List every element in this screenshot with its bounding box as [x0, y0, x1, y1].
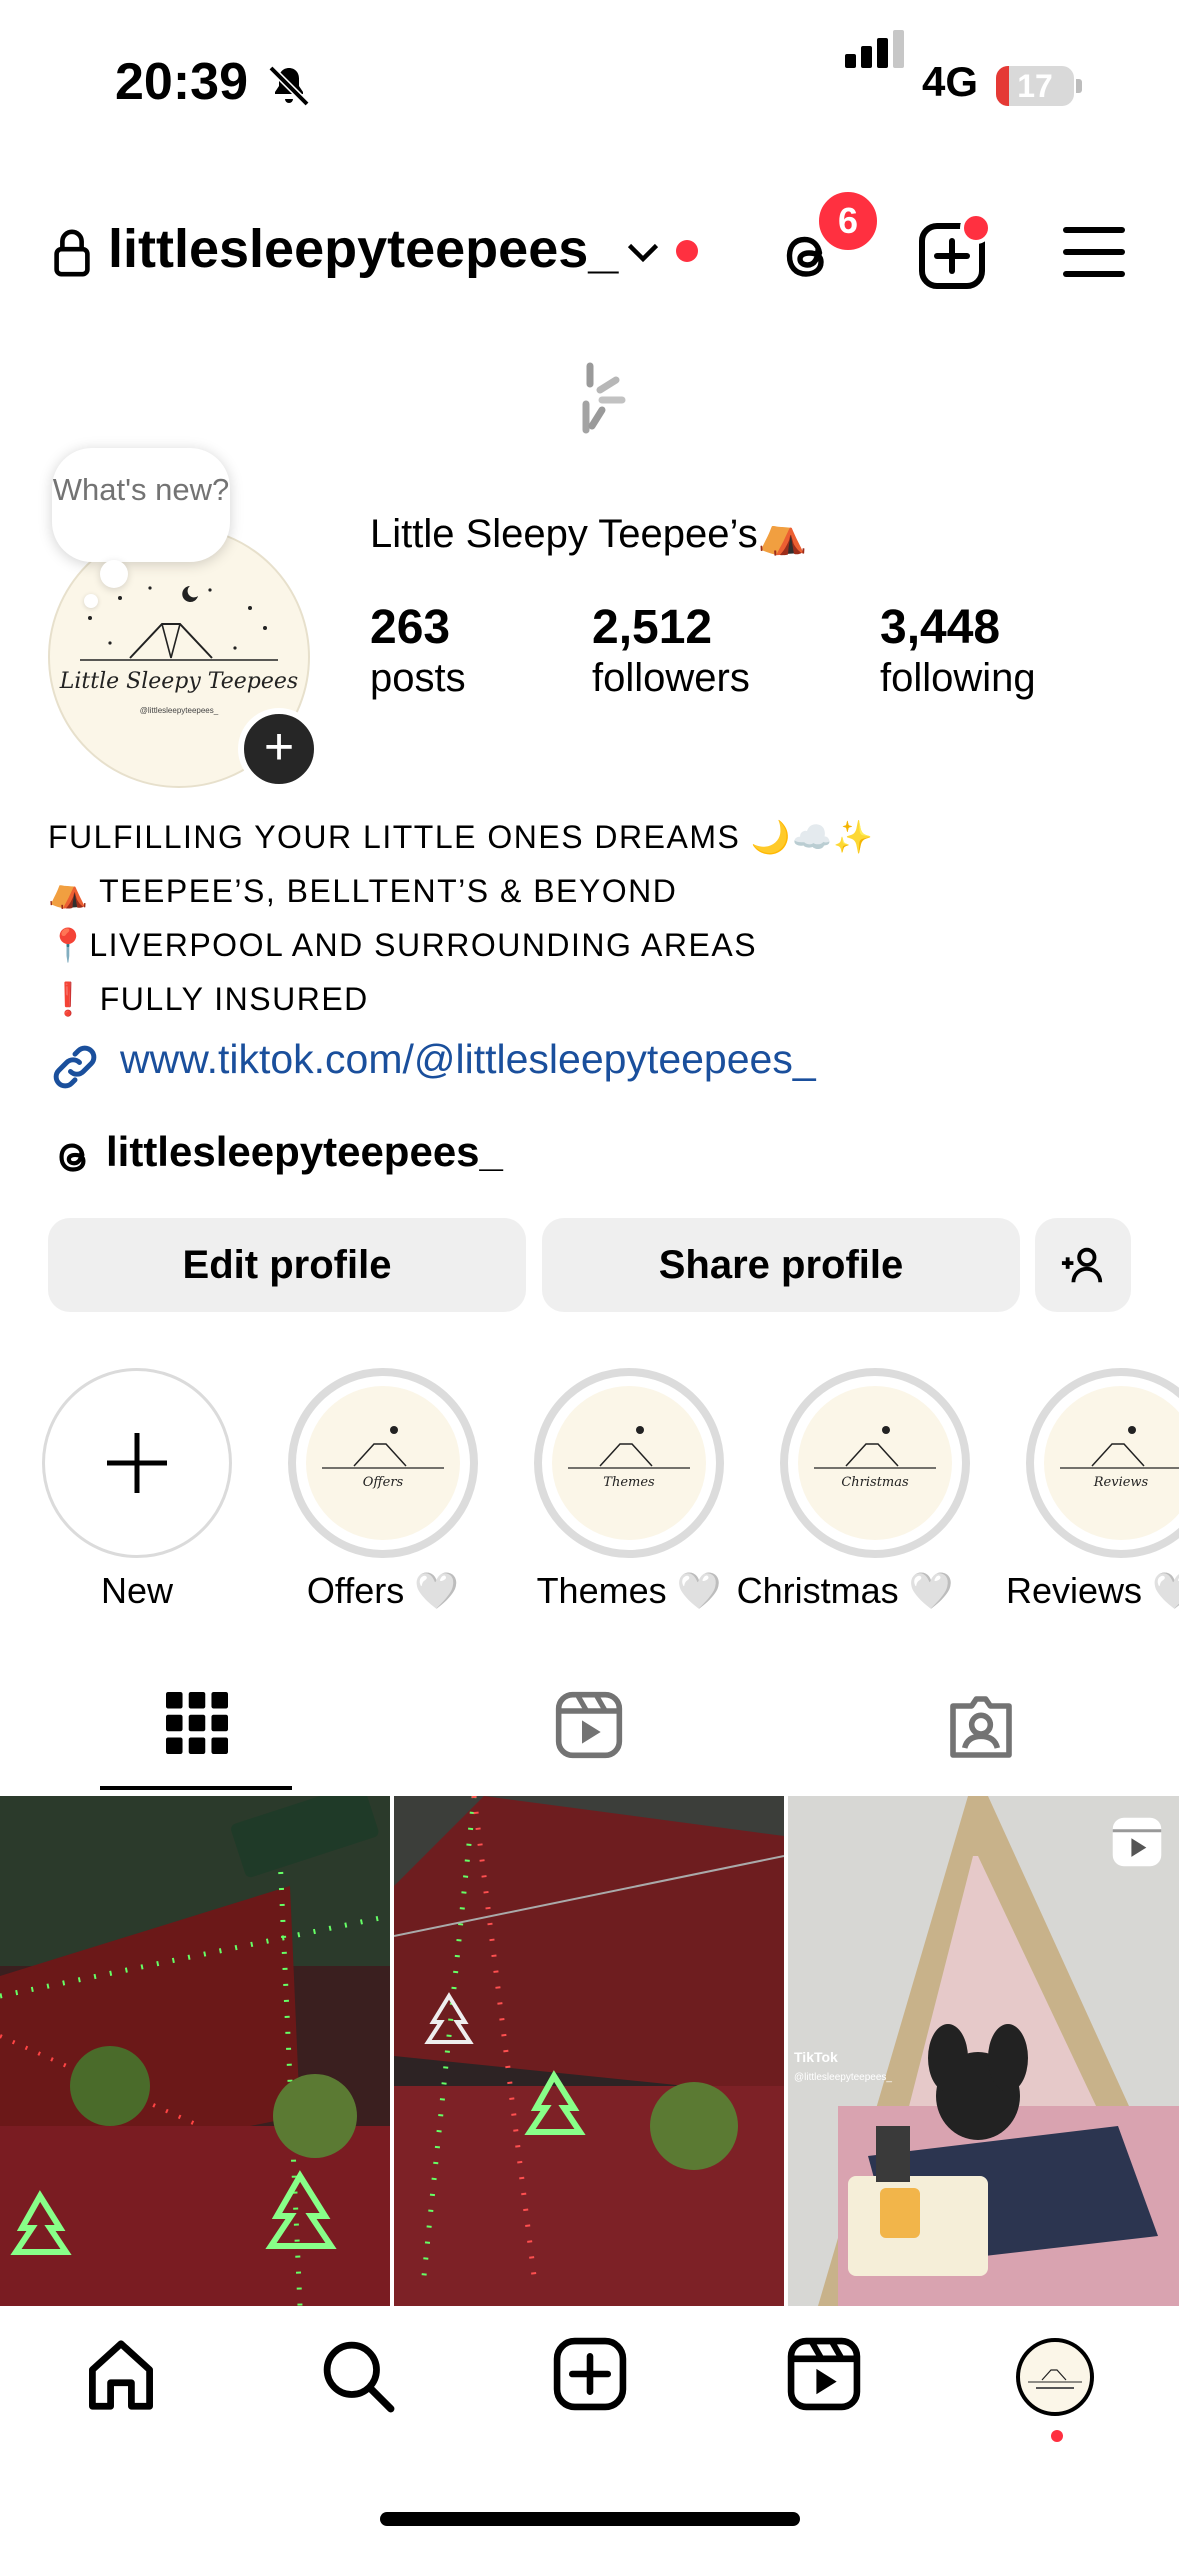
posts-count[interactable]: 263 [370, 600, 450, 655]
lock-icon [54, 229, 90, 277]
following-label[interactable]: following [880, 656, 1036, 701]
threads-icon [59, 1143, 86, 1172]
add-story-button[interactable]: + [238, 708, 320, 790]
add-person-icon [1061, 1247, 1103, 1283]
highlight-cover-text: Christmas [841, 1475, 909, 1490]
bio-link[interactable]: www.tiktok.com/@littlesleepyteepees_ [120, 1036, 816, 1083]
bio-line: FULFILLING YOUR LITTLE ONES DREAMS 🌙☁️✨ [48, 819, 875, 855]
bio-line: 📍LIVERPOOL AND SURROUNDING AREAS [48, 927, 758, 963]
network-type: 4G [922, 58, 979, 105]
menu-icon[interactable] [1062, 224, 1126, 280]
account-username[interactable]: littlesleepyteepees_ [108, 218, 618, 280]
teepee-logo: Reviews [1060, 1426, 1179, 1490]
reel-indicator-icon [1112, 1817, 1162, 1867]
reels-tab-icon[interactable] [554, 1690, 624, 1760]
reel-image: TikTok @littlesleepyteepees_ [788, 1796, 1179, 2306]
discover-people-button[interactable] [1035, 1218, 1131, 1312]
highlight-label: New [100, 1570, 174, 1611]
bio-line: ⛺ TEEPEE’S, BELLTENT’S & BEYOND [48, 873, 678, 909]
threads-profile-link[interactable]: littlesleepyteepees_ [106, 1128, 503, 1176]
teepee-logo: Christmas [814, 1426, 936, 1490]
note-bubble-tail [100, 560, 128, 588]
following-count[interactable]: 3,448 [880, 600, 1000, 655]
reels-icon[interactable] [786, 2336, 862, 2412]
reel-thumbnail[interactable]: TikTok @littlesleepyteepees_ [788, 1796, 1179, 2306]
highlight-cover-text: Offers [363, 1475, 404, 1490]
bio-line: ❗ FULLY INSURED [48, 981, 369, 1017]
loading-spinner-icon [582, 362, 626, 434]
highlight-cover-text: Reviews [1093, 1475, 1149, 1490]
threads-notification-badge: 6 [815, 188, 881, 254]
status-time: 20:39 [115, 53, 248, 111]
active-tab-indicator [100, 1786, 292, 1790]
highlight-christmas[interactable]: Christmas [780, 1368, 970, 1558]
new-highlight-button[interactable] [42, 1368, 232, 1558]
create-icon[interactable] [552, 2336, 628, 2412]
post-thumbnail[interactable] [394, 1796, 784, 2306]
tiktok-watermark: TikTok [794, 2049, 838, 2065]
teepee-logo: Themes [568, 1426, 690, 1490]
teepee-logo: Offers [322, 1426, 444, 1490]
post-thumbnail[interactable] [0, 1796, 390, 2306]
home-indicator [380, 2512, 800, 2526]
bell-off-icon [268, 65, 310, 107]
highlight-offers[interactable]: Offers [288, 1368, 478, 1558]
posts-label[interactable]: posts [370, 656, 466, 701]
note-bubble-tail [84, 594, 98, 608]
logo-text: Little Sleepy Teepees [59, 669, 298, 694]
chevron-down-icon[interactable] [625, 238, 661, 268]
highlight-reviews[interactable]: Reviews [1026, 1368, 1179, 1558]
profile-full-name: Little Sleepy Teepee’s⛺ [370, 512, 808, 556]
teepee-logo [1028, 2369, 1082, 2389]
highlight-cover-text: Themes [603, 1475, 655, 1490]
share-profile-button[interactable]: Share profile [542, 1218, 1020, 1312]
post-image [394, 1796, 784, 2306]
highlight-label: Christmas 🤍 [736, 1570, 954, 1611]
battery-tip [1076, 79, 1082, 93]
highlight-themes[interactable]: Themes [534, 1368, 724, 1558]
followers-label[interactable]: followers [592, 656, 750, 701]
profile-tab-avatar[interactable] [1016, 2338, 1094, 2416]
grid-tab-icon[interactable] [166, 1692, 228, 1754]
create-notification-dot [960, 212, 992, 244]
highlight-label: Offers 🤍 [306, 1570, 460, 1611]
post-image [0, 1796, 390, 2306]
home-icon[interactable] [82, 2336, 160, 2414]
logo-handle: @littlesleepyteepees_ [140, 706, 219, 715]
link-icon [53, 1045, 97, 1089]
edit-profile-button[interactable]: Edit profile [48, 1218, 526, 1312]
battery-level: 17 [1017, 68, 1053, 104]
profile-notification-dot [1051, 2430, 1063, 2442]
note-bubble[interactable]: What's new? [52, 448, 230, 562]
tiktok-handle: @littlesleepyteepees_ [794, 2072, 892, 2083]
followers-count[interactable]: 2,512 [592, 600, 712, 655]
battery-indicator: 17 [996, 66, 1074, 106]
search-icon[interactable] [318, 2336, 396, 2414]
highlight-label: Reviews 🤍 [1006, 1570, 1179, 1611]
tagged-tab-icon[interactable] [946, 1692, 1016, 1762]
plus-icon [107, 1433, 167, 1493]
account-notification-dot [676, 240, 698, 262]
